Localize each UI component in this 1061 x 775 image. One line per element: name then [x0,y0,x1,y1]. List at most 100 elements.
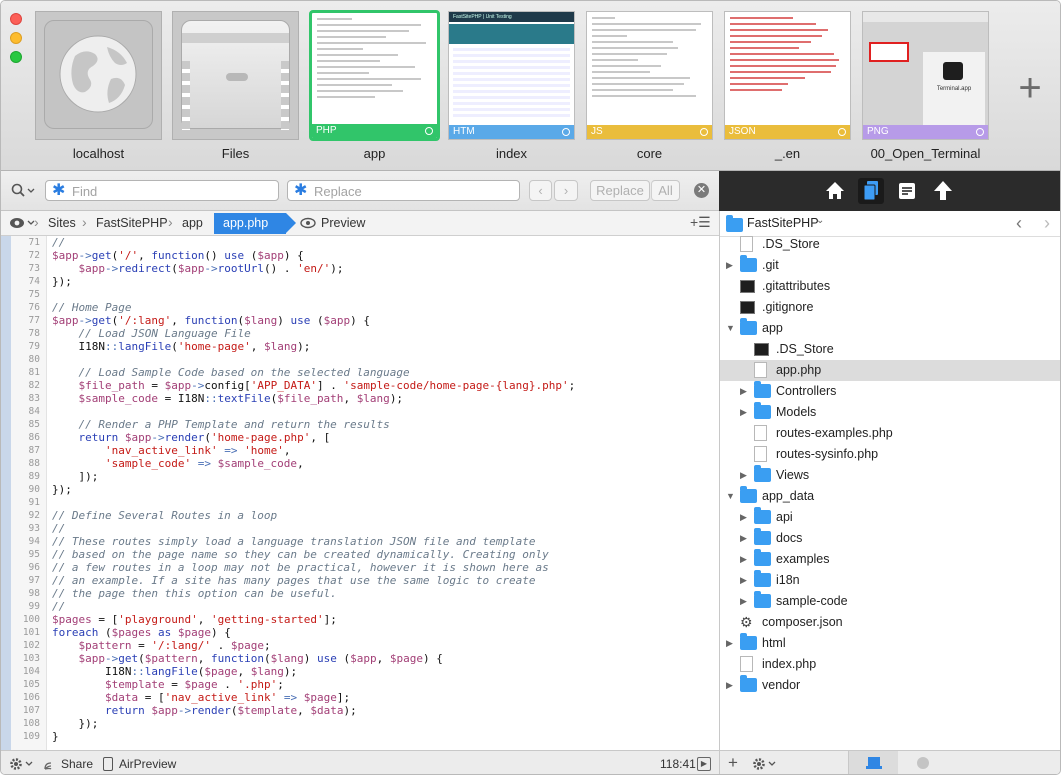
code-line[interactable]: I18N::langFile($page, $lang); [52,665,719,678]
shelf-item-en[interactable]: JSON [724,11,851,140]
file-tree-row[interactable]: ▶ api [720,507,1060,528]
file-tree-row[interactable]: .gitattributes [720,276,1060,297]
code-line[interactable]: foreach ($pages as $page) { [52,626,719,639]
forward-arrow-icon[interactable]: › [1044,213,1050,234]
code-line[interactable]: // Load JSON Language File [52,327,719,340]
disclosure-closed-icon[interactable]: ▶ [740,528,747,549]
chevron-down-icon[interactable]: ⌄ [816,215,824,226]
code-line[interactable]: // based on the page name so they can be… [52,548,719,561]
file-tree-row[interactable]: .gitignore [720,297,1060,318]
upload-icon[interactable] [930,178,956,204]
code-line[interactable]: $app->redirect($app->rootUrl() . 'en/'); [52,262,719,275]
disclosure-open-icon[interactable]: ▼ [726,486,735,507]
search-options-button[interactable] [11,183,37,201]
code-line[interactable]: $app->get($pattern, function($lang) use … [52,652,719,665]
code-line[interactable]: ]); [52,470,719,483]
code-line[interactable]: // Define Several Routes in a loop [52,509,719,522]
breadcrumb-item-active-file[interactable]: app.php [214,213,296,234]
root-folder-label[interactable]: FastSitePHP [747,216,819,230]
airpreview-button[interactable]: AirPreview [119,757,176,771]
local-files-tab[interactable] [848,751,898,774]
code-line[interactable] [52,288,719,301]
previous-match-button[interactable]: ‹ [529,180,552,201]
share-button[interactable]: Share [61,757,93,771]
add-item-button[interactable]: + [1013,68,1047,108]
next-match-button[interactable]: › [554,180,578,201]
code-line[interactable]: // [52,522,719,535]
code-line[interactable]: }); [52,275,719,288]
file-tree-row[interactable]: index.php [720,654,1060,675]
breadcrumb-item-sites[interactable]: Sites [48,216,76,230]
disclosure-closed-icon[interactable]: ▶ [740,549,747,570]
file-tree-row[interactable]: ▼ app_data [720,486,1060,507]
code-line[interactable]: $app->get('/:lang', function($lang) use … [52,314,719,327]
code-line[interactable]: $pattern = '/:lang/' . $page; [52,639,719,652]
code-line[interactable]: 'nav_active_link' => 'home', [52,444,719,457]
code-line[interactable]: // an example. If a site has many pages … [52,574,719,587]
back-arrow-icon[interactable]: ‹ [1016,213,1022,234]
code-line[interactable]: $data = ['nav_active_link' => $page]; [52,691,719,704]
file-tree-row[interactable]: routes-examples.php [720,423,1060,444]
file-tree-row[interactable]: ▼ app [720,318,1060,339]
file-tree-row[interactable]: ▶ Controllers [720,381,1060,402]
disclosure-closed-icon[interactable]: ▶ [740,591,747,612]
file-tree-row[interactable]: ▶ docs [720,528,1060,549]
settings-menu-button[interactable] [9,757,37,771]
shelf-item-open-terminal[interactable]: Terminal.app PNG [862,11,989,140]
shelf-item-localhost[interactable] [35,11,162,140]
code-line[interactable]: // [52,236,719,249]
play-icon[interactable]: ▶ [697,757,711,771]
code-line[interactable]: I18N::langFile('home-page', $lang); [52,340,719,353]
code-line[interactable]: return $app->render('home-page.php', [ [52,431,719,444]
code-line[interactable]: // These routes simply load a language t… [52,535,719,548]
replace-input[interactable]: ✱ Replace [287,180,520,201]
file-tree-row[interactable]: app.php [720,360,1060,381]
code-line[interactable]: } [52,730,719,743]
code-line[interactable]: $sample_code = I18N::textFile($file_path… [52,392,719,405]
shelf-item-index[interactable]: FastSitePHP | Unit Testing HTM [448,11,575,140]
disclosure-closed-icon[interactable]: ▶ [726,675,733,696]
code-line[interactable]: // the page then this option can be usef… [52,587,719,600]
disclosure-open-icon[interactable]: ▼ [726,318,735,339]
close-find-icon[interactable]: ✕ [694,183,709,198]
file-tree-row[interactable]: ▶ sample-code [720,591,1060,612]
disclosure-closed-icon[interactable]: ▶ [740,465,747,486]
replace-all-button[interactable]: All [651,180,680,201]
shelf-item-core[interactable]: JS [586,11,713,140]
add-file-button[interactable]: + [728,753,738,773]
code-line[interactable]: // [52,600,719,613]
find-input[interactable]: ✱ Find [45,180,279,201]
zoom-window-button[interactable] [10,51,22,63]
code-line[interactable]: }); [52,717,719,730]
code-line[interactable]: // Render a PHP Template and return the … [52,418,719,431]
shelf-item-files[interactable] [172,11,299,140]
file-tree-row[interactable]: ▶ html [720,633,1060,654]
files-icon[interactable] [858,178,884,204]
code-line[interactable] [52,496,719,509]
disclosure-closed-icon[interactable]: ▶ [740,402,747,423]
disclosure-closed-icon[interactable]: ▶ [740,507,747,528]
home-icon[interactable] [822,178,848,204]
file-actions-button[interactable] [752,757,780,771]
file-tree-row[interactable]: .DS_Store [720,234,1060,255]
code-line[interactable]: $template = $page . '.php'; [52,678,719,691]
remote-files-tab[interactable] [898,751,948,774]
code-line[interactable]: // a few routes in a loop may not be pra… [52,561,719,574]
disclosure-closed-icon[interactable]: ▶ [726,255,733,276]
code-line[interactable]: return $app->render($template, $data); [52,704,719,717]
file-tree-row[interactable]: ⚙ composer.json [720,612,1060,633]
minimize-window-button[interactable] [10,32,22,44]
code-line[interactable]: $file_path = $app->config['APP_DATA'] . … [52,379,719,392]
file-tree-row[interactable]: ▶ .git [720,255,1060,276]
file-tree-row[interactable]: ▶ i18n [720,570,1060,591]
file-tree-row[interactable]: .DS_Store [720,339,1060,360]
notes-icon[interactable] [894,178,920,204]
code-line[interactable]: }); [52,483,719,496]
replace-button[interactable]: Replace [590,180,650,201]
shelf-item-app[interactable]: PHP [309,10,440,141]
code-line[interactable]: $app->get('/', function() use ($app) { [52,249,719,262]
visibility-toggle[interactable] [9,216,37,232]
close-window-button[interactable] [10,13,22,25]
code-text[interactable]: //$app->get('/', function() use ($app) {… [52,236,719,743]
breadcrumb-item-app[interactable]: app [182,216,203,230]
